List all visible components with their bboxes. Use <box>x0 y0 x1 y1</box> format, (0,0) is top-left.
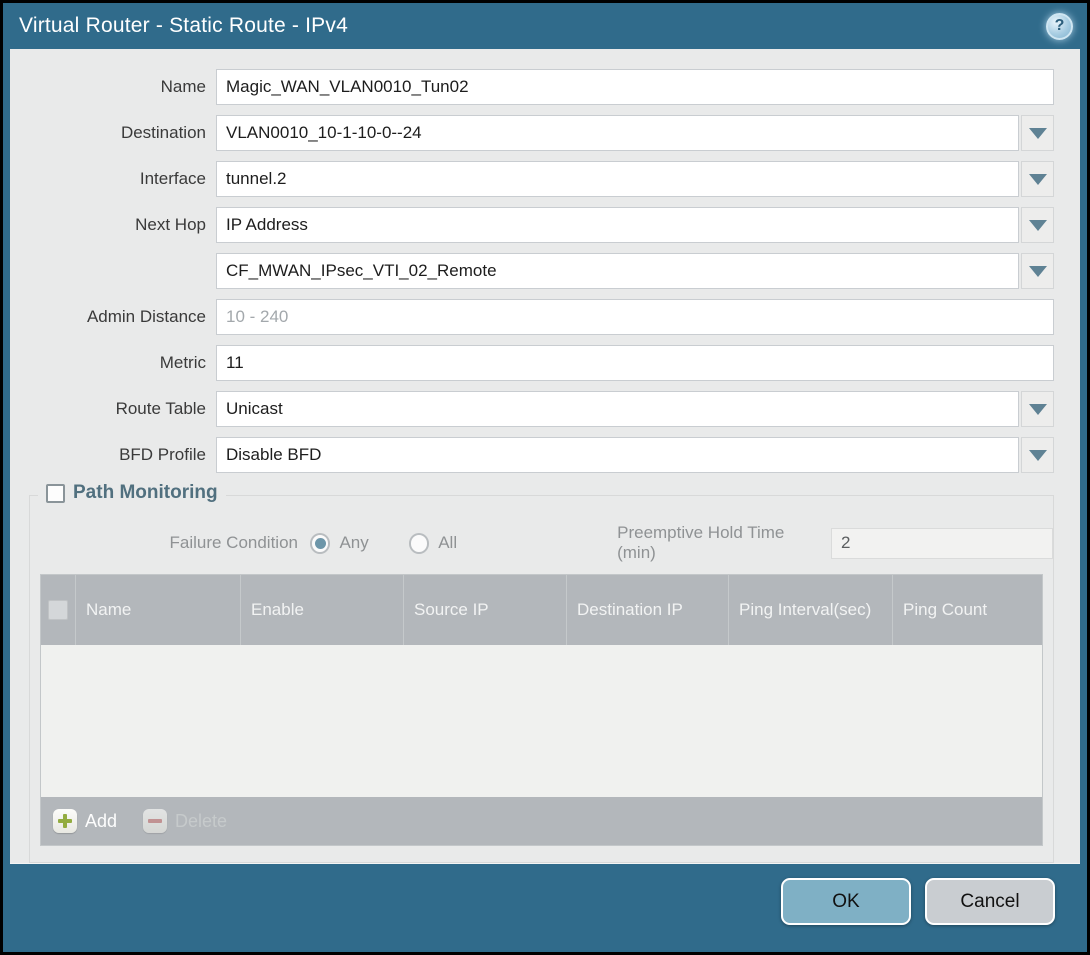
failure-condition-row: Failure Condition Any All Preemptive Hol… <box>30 526 1053 560</box>
column-header-enable[interactable]: Enable <box>241 575 404 645</box>
metric-input[interactable] <box>216 345 1054 381</box>
table-body-empty <box>41 645 1042 797</box>
next-hop-dropdown-button[interactable] <box>1021 207 1054 243</box>
delete-button-label: Delete <box>175 811 227 832</box>
dialog-title: Virtual Router - Static Route - IPv4 <box>19 14 348 38</box>
column-header-destination-ip[interactable]: Destination IP <box>567 575 729 645</box>
column-header-source-ip[interactable]: Source IP <box>404 575 567 645</box>
next-hop-label: Next Hop <box>18 215 216 235</box>
chevron-down-icon <box>1029 266 1047 277</box>
failure-condition-label: Failure Condition <box>30 533 308 553</box>
column-header-name[interactable]: Name <box>76 575 241 645</box>
chevron-down-icon <box>1029 404 1047 415</box>
destination-row: Destination <box>18 115 1054 151</box>
bfd-profile-row: BFD Profile <box>18 437 1054 473</box>
plus-icon <box>53 809 77 833</box>
bfd-profile-select[interactable] <box>216 437 1019 473</box>
table-header: Name Enable Source IP Destination IP Pin… <box>41 575 1042 645</box>
ok-button[interactable]: OK <box>781 878 911 925</box>
route-table-select[interactable] <box>216 391 1019 427</box>
next-hop-row: Next Hop <box>18 207 1054 243</box>
route-table-row: Route Table <box>18 391 1054 427</box>
dialog-frame: Virtual Router - Static Route - IPv4 ? N… <box>3 3 1087 952</box>
name-input[interactable] <box>216 69 1054 105</box>
admin-distance-label: Admin Distance <box>18 307 216 327</box>
metric-row: Metric <box>18 345 1054 381</box>
metric-label: Metric <box>18 353 216 373</box>
path-monitoring-checkbox[interactable] <box>46 484 65 503</box>
chevron-down-icon <box>1029 128 1047 139</box>
select-all-checkbox[interactable] <box>48 600 68 620</box>
dialog-footer: OK Cancel <box>10 864 1080 945</box>
bfd-profile-dropdown-button[interactable] <box>1021 437 1054 473</box>
path-monitoring-table: Name Enable Source IP Destination IP Pin… <box>40 574 1043 846</box>
destination-dropdown-button[interactable] <box>1021 115 1054 151</box>
title-bar: Virtual Router - Static Route - IPv4 ? <box>3 3 1087 49</box>
failure-condition-all-radio[interactable] <box>409 533 429 554</box>
path-monitoring-title: Path Monitoring <box>73 482 218 504</box>
destination-input[interactable] <box>216 115 1019 151</box>
minus-icon <box>143 809 167 833</box>
cancel-button[interactable]: Cancel <box>925 878 1055 925</box>
failure-condition-all-label: All <box>438 533 457 553</box>
chevron-down-icon <box>1029 220 1047 231</box>
static-route-form: Name Destination Interface <box>10 49 1080 473</box>
next-hop-address-dropdown-button[interactable] <box>1021 253 1054 289</box>
table-footer: Add Delete <box>41 797 1042 845</box>
bfd-profile-label: BFD Profile <box>18 445 216 465</box>
column-header-ping-count[interactable]: Ping Count <box>893 575 1042 645</box>
select-all-cell <box>41 575 76 645</box>
dialog-body: Name Destination Interface <box>10 49 1080 864</box>
route-table-dropdown-button[interactable] <box>1021 391 1054 427</box>
next-hop-select[interactable] <box>216 207 1019 243</box>
failure-condition-any-label: Any <box>339 533 368 553</box>
path-monitoring-legend: Path Monitoring <box>38 482 226 504</box>
add-button[interactable]: Add <box>53 809 117 833</box>
next-hop-address-row <box>18 253 1054 289</box>
next-hop-address-input[interactable] <box>216 253 1019 289</box>
chevron-down-icon <box>1029 450 1047 461</box>
help-icon[interactable]: ? <box>1046 13 1073 40</box>
chevron-down-icon <box>1029 174 1047 185</box>
destination-label: Destination <box>18 123 216 143</box>
add-button-label: Add <box>85 811 117 832</box>
admin-distance-row: Admin Distance <box>18 299 1054 335</box>
route-table-label: Route Table <box>18 399 216 419</box>
delete-button[interactable]: Delete <box>143 809 227 833</box>
path-monitoring-section: Path Monitoring Failure Condition Any Al… <box>29 495 1054 863</box>
name-label: Name <box>18 77 216 97</box>
interface-input[interactable] <box>216 161 1019 197</box>
admin-distance-input[interactable] <box>216 299 1054 335</box>
preemptive-hold-time-label: Preemptive Hold Time (min) <box>617 523 821 563</box>
interface-dropdown-button[interactable] <box>1021 161 1054 197</box>
column-header-ping-interval[interactable]: Ping Interval(sec) <box>729 575 893 645</box>
interface-label: Interface <box>18 169 216 189</box>
name-row: Name <box>18 69 1054 105</box>
failure-condition-any-radio[interactable] <box>310 533 330 554</box>
preemptive-hold-time-input[interactable] <box>831 528 1053 559</box>
interface-row: Interface <box>18 161 1054 197</box>
